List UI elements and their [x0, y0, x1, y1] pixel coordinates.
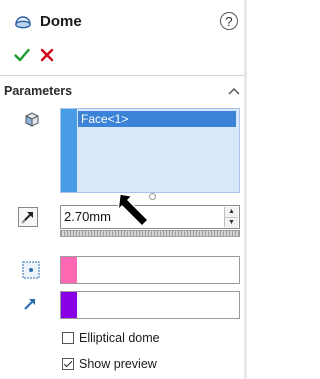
header-divider	[0, 75, 244, 76]
spin-down-icon[interactable]: ▼	[225, 218, 238, 228]
checkbox-show-preview[interactable]	[62, 358, 74, 370]
elliptical-dome-label: Elliptical dome	[79, 331, 160, 345]
dome-property-manager: Dome ? Parameters Face<1> 2.70mm ▲ ▼ Ell…	[0, 0, 247, 379]
constraint-point-icon-box	[22, 261, 40, 284]
help-icon[interactable]: ?	[220, 12, 238, 30]
spin-up-icon[interactable]: ▲	[225, 207, 238, 218]
dome-feature-icon	[15, 15, 31, 28]
direction-selection[interactable]	[60, 291, 240, 319]
checkmark-icon	[14, 48, 30, 62]
chevron-up-icon	[228, 87, 240, 95]
panel-title: Dome	[40, 13, 82, 30]
distance-value: 2.70mm	[64, 209, 111, 224]
collapse-button[interactable]	[228, 82, 240, 100]
panel-border	[244, 0, 247, 379]
direction-icon-box	[22, 296, 38, 317]
direction-arrow-icon	[24, 299, 35, 310]
constraint-point-icon	[22, 261, 40, 279]
list-item-face[interactable]: Face<1>	[78, 111, 236, 127]
faces-to-dome-list[interactable]: Face<1>	[60, 108, 240, 193]
distance-spinner[interactable]: ▲ ▼	[224, 207, 238, 228]
elliptical-dome-checkbox[interactable]: Elliptical dome	[62, 331, 160, 345]
show-preview-checkbox[interactable]: Show preview	[62, 357, 157, 371]
ok-button[interactable]	[14, 48, 30, 67]
face-icon	[25, 112, 39, 127]
show-preview-label: Show preview	[79, 357, 157, 371]
cancel-button[interactable]	[40, 48, 54, 67]
pink-swatch	[61, 257, 77, 283]
purple-swatch	[61, 292, 77, 318]
face-selection-icon	[23, 110, 40, 132]
constraint-point-selection[interactable]	[60, 256, 240, 284]
selection-color-strip	[61, 109, 77, 192]
mouse-pointer-icon	[117, 192, 162, 237]
checkbox-elliptical[interactable]	[62, 332, 74, 344]
reverse-direction-button[interactable]	[18, 207, 38, 227]
arrow-diagonal-icon	[21, 212, 33, 224]
section-title-parameters: Parameters	[4, 84, 73, 98]
x-icon	[40, 48, 54, 62]
panel-header: Dome	[14, 13, 82, 30]
